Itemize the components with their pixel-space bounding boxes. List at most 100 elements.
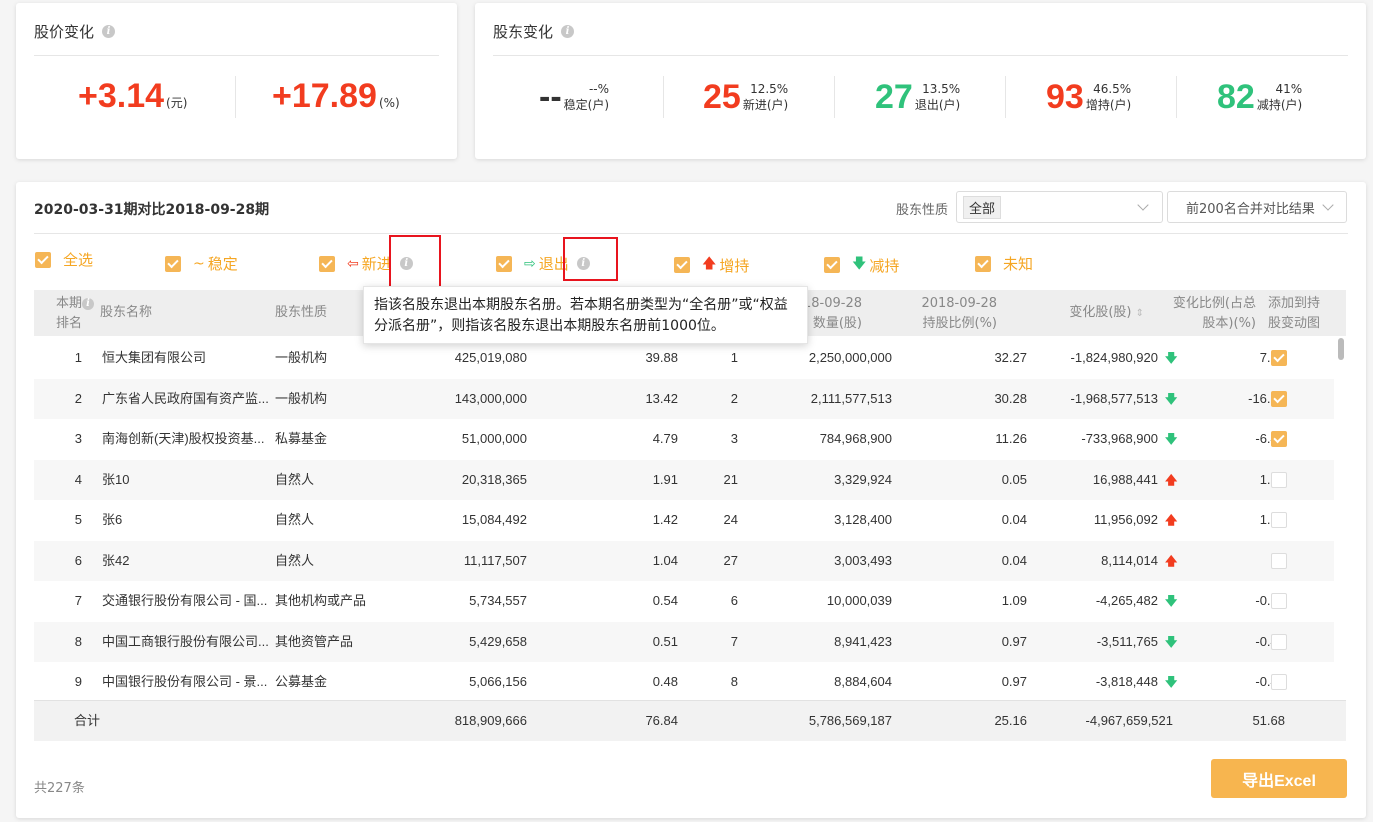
row-qty: 20,318,365 xyxy=(461,471,527,487)
row-ratio: 1.42 xyxy=(652,512,678,527)
price-card-title: 股价变化 i xyxy=(34,21,116,42)
stat-stable-label: 稳定(户) xyxy=(563,98,610,112)
row-name: 张42 xyxy=(102,552,130,568)
row-rank: 3 xyxy=(74,431,82,446)
holder-nature-select[interactable]: 全部 xyxy=(956,191,1163,223)
header-rank-line1: 本期 xyxy=(56,296,83,311)
add-to-chart-checkbox[interactable] xyxy=(1271,552,1287,569)
row-prev-ratio: 30.28 xyxy=(994,390,1027,406)
info-icon[interactable]: i xyxy=(102,25,116,38)
header-prev-ratio-line2: 持股比例(%) xyxy=(922,316,998,331)
info-icon[interactable]: i xyxy=(82,298,95,310)
comparison-title: 2020-03-31期对比2018-09-28期 xyxy=(34,202,270,218)
row-prev-qty: 2,250,000,000 xyxy=(808,350,892,365)
header-prev-ratio-line1: 2018-09-28 xyxy=(921,296,997,311)
row-prev-qty: 784,968,900 xyxy=(819,431,892,446)
add-to-chart-checkbox[interactable] xyxy=(1271,512,1287,528)
filter-stable[interactable]: ~ 稳定 xyxy=(165,253,238,274)
total-prev-qty: 5,786,569,187 xyxy=(808,713,892,728)
row-prev-qty: 3,329,924 xyxy=(834,471,892,487)
row-rank: 6 xyxy=(74,552,82,568)
info-icon[interactable]: i xyxy=(561,25,575,38)
row-prev-qty: 3,128,400 xyxy=(834,512,892,527)
row-nature: 其他资管产品 xyxy=(275,633,354,649)
row-change: -3,818,448 xyxy=(1095,674,1158,689)
sort-icon[interactable]: ⇕ xyxy=(1136,308,1144,319)
row-change-ratio: 1 xyxy=(1184,541,1285,581)
scrollbar[interactable] xyxy=(1338,338,1344,360)
header-add-chart: 添加到持 股变动图 xyxy=(1268,294,1320,334)
filter-decrease[interactable]: 🡇 减持 xyxy=(824,253,899,277)
divider xyxy=(34,233,1348,234)
row-ratio: 0.48 xyxy=(652,674,678,689)
checkbox[interactable] xyxy=(824,257,840,273)
chevron-down-icon xyxy=(1322,199,1334,211)
filter-new-label: 新进 xyxy=(361,255,392,273)
arrow-down-icon: 🡇 xyxy=(1165,634,1178,649)
holder-card-title-text: 股东变化 xyxy=(493,23,554,41)
header-prev-ratio: 2018-09-28 持股比例(%) xyxy=(904,294,997,334)
row-prev-rank: 2 xyxy=(730,390,738,406)
exit-arrow-icon: ⇨ xyxy=(524,255,536,272)
header-change-ratio: 变化比例(占总 股本)(%) xyxy=(1154,294,1256,334)
row-nature: 私募基金 xyxy=(275,431,328,446)
compare-mode-select[interactable]: 前200名合并对比结果 xyxy=(1167,191,1347,223)
row-rank: 2 xyxy=(74,390,82,406)
filter-increase[interactable]: 🡅 增持 xyxy=(674,253,749,277)
row-prev-rank: 8 xyxy=(730,674,738,689)
row-prev-ratio: 1.09 xyxy=(1001,593,1027,608)
checkbox[interactable] xyxy=(975,255,991,272)
filter-unknown[interactable]: 未知 xyxy=(975,253,1033,274)
header-change-shares[interactable]: 变化股(股) ⇕ xyxy=(1034,303,1144,324)
arrow-down-icon: 🡇 xyxy=(852,256,867,272)
add-to-chart-checkbox[interactable] xyxy=(1271,633,1287,650)
header-rank-line2: 排名 xyxy=(56,316,83,331)
table-row: 3 南海创新(天津)股权投资基... 私募基金 51,000,000 4.79 3 784,… xyxy=(34,419,1334,459)
row-prev-ratio: 0.05 xyxy=(1001,471,1027,487)
checkbox[interactable] xyxy=(35,251,51,268)
add-to-chart-checkbox[interactable] xyxy=(1271,431,1287,447)
arrow-down-icon: 🡇 xyxy=(1165,391,1178,406)
row-qty: 143,000,000 xyxy=(454,390,527,406)
checkbox[interactable] xyxy=(319,255,335,272)
holder-nature-value: 全部 xyxy=(963,195,1002,219)
stat-increase-label: 增持(户) xyxy=(1085,98,1132,112)
row-ratio: 0.51 xyxy=(652,633,678,649)
add-to-chart-checkbox[interactable] xyxy=(1271,674,1287,690)
header-nature: 股东性质 xyxy=(275,305,328,320)
total-label: 合计 xyxy=(74,713,101,728)
checkbox[interactable] xyxy=(165,255,181,272)
header-name: 股东名称 xyxy=(100,305,153,320)
add-to-chart-checkbox[interactable] xyxy=(1271,593,1287,609)
row-name: 广东省人民政府国有资产监... xyxy=(102,390,269,406)
filter-select-all[interactable]: 全选 xyxy=(35,249,93,270)
row-rank: 4 xyxy=(74,471,82,487)
header-change-ratio-line1: 变化比例(占总 xyxy=(1172,296,1256,311)
row-name: 交通银行股份有限公司 - 国... xyxy=(102,593,268,608)
row-nature: 其他机构或产品 xyxy=(275,593,367,608)
row-change: -1,824,980,920 xyxy=(1070,350,1158,365)
row-change: -1,968,577,513 xyxy=(1070,390,1158,406)
row-prev-ratio: 0.04 xyxy=(1001,552,1027,568)
divider xyxy=(235,76,236,118)
header-change-ratio-line2: 股本)(%) xyxy=(1202,316,1256,331)
add-to-chart-checkbox[interactable] xyxy=(1271,350,1287,366)
export-excel-button[interactable]: 导出Excel xyxy=(1211,759,1347,798)
arrow-up-icon: 🡅 xyxy=(1165,513,1178,527)
checkbox[interactable] xyxy=(496,255,512,272)
add-to-chart-checkbox[interactable] xyxy=(1271,390,1287,407)
chevron-down-icon xyxy=(1137,199,1149,211)
stat-exit-pct: 13.5% xyxy=(922,82,961,96)
row-nature: 一般机构 xyxy=(275,390,328,406)
row-ratio: 1.04 xyxy=(652,552,678,568)
price-change-pct: +17.89 (%) xyxy=(272,77,400,116)
row-name: 张10 xyxy=(102,471,130,487)
row-change-ratio: -16.86 xyxy=(1248,390,1285,406)
row-qty: 5,066,156 xyxy=(469,674,527,689)
add-to-chart-checkbox[interactable] xyxy=(1271,471,1287,488)
row-prev-ratio: 0.04 xyxy=(1001,512,1027,527)
price-change-card: 股价变化 i +3.14 (元) +17.89 (%) xyxy=(16,3,457,159)
table-row: 6 张42 自然人 11,117,507 1.04 27 3,003,493 0.04 8,11… xyxy=(34,540,1334,581)
row-change-ratio: 1.38 xyxy=(1184,500,1285,540)
checkbox[interactable] xyxy=(674,257,690,273)
